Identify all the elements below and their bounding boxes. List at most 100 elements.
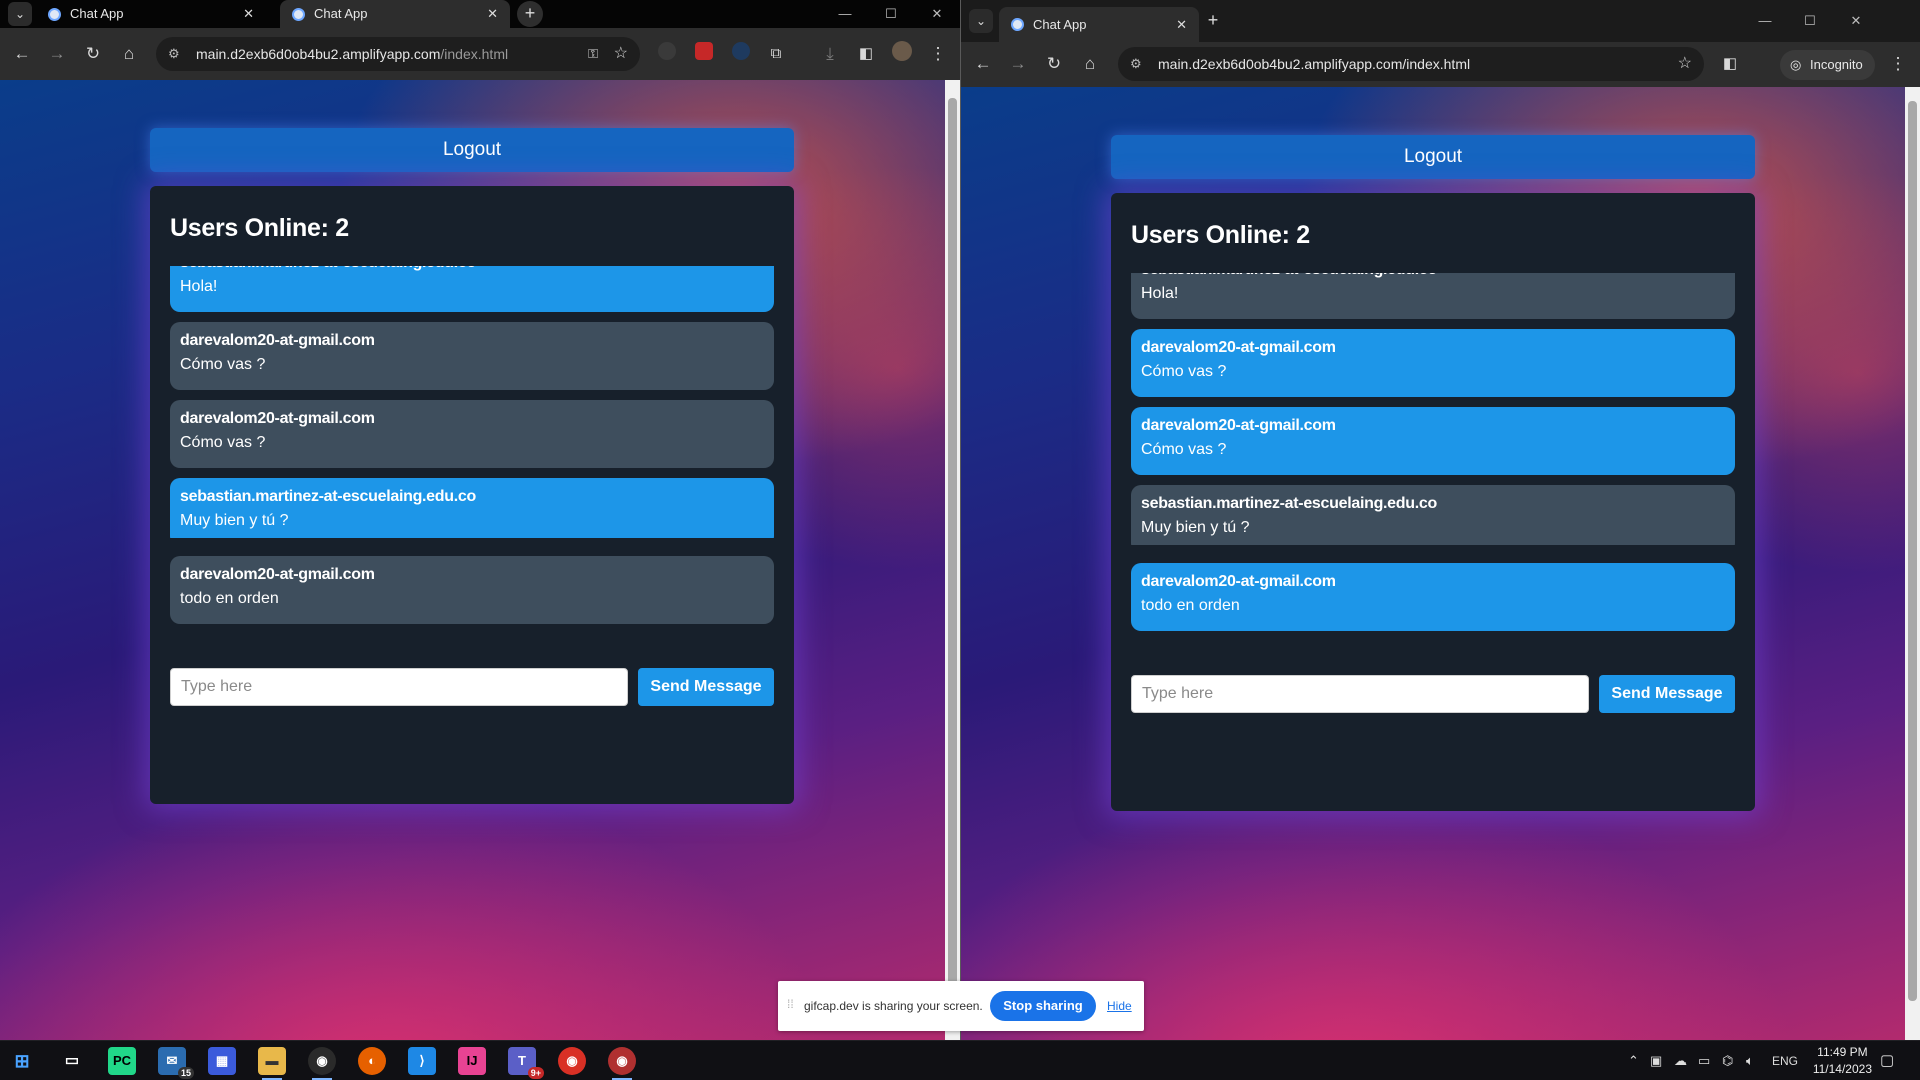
home-icon[interactable]: ⌂ — [115, 40, 143, 68]
logout-button[interactable]: Logout — [150, 128, 794, 172]
back-icon[interactable]: ← — [8, 40, 36, 68]
stop-sharing-button[interactable]: Stop sharing — [990, 991, 1096, 1021]
side-panel-icon[interactable]: ◧ — [1716, 50, 1744, 78]
new-tab-button[interactable]: + — [1200, 8, 1226, 34]
send-message-button[interactable]: Send Message — [638, 668, 774, 706]
drag-handle-icon[interactable]: ⁞⁞ — [787, 997, 794, 1011]
store-icon[interactable]: ▦ — [208, 1047, 236, 1075]
hide-link[interactable]: Hide — [1107, 999, 1132, 1013]
file-explorer-icon[interactable]: ▬ — [258, 1047, 286, 1080]
intellij-icon[interactable]: IJ — [458, 1047, 486, 1075]
share-status-text: gifcap.dev is sharing your screen. — [804, 999, 983, 1013]
chrome-incognito-icon[interactable]: ◉ — [608, 1047, 636, 1080]
mail-icon[interactable]: ✉ 15 — [158, 1047, 194, 1079]
tab-search-icon[interactable]: ⌄ — [8, 2, 32, 26]
site-info-icon[interactable]: ⚙ — [1130, 47, 1142, 81]
teams-icon[interactable]: T 9+ — [508, 1047, 544, 1079]
tab-title: Chat App — [70, 6, 124, 21]
tab-chat-app-2[interactable]: Chat App ✕ — [280, 0, 510, 28]
notifications-icon[interactable]: ▢ — [1880, 1041, 1894, 1080]
maximize-icon[interactable]: ☐ — [1787, 0, 1833, 42]
chat-card: Users Online: 2 sebastian.martinez-at-es… — [150, 186, 794, 804]
incognito-icon: ◎ — [1790, 57, 1802, 72]
message-input[interactable] — [1131, 675, 1589, 713]
tab-chat-app-1[interactable]: Chat App ✕ — [36, 0, 266, 28]
tray-chevron-icon[interactable]: ⌃ — [1628, 1041, 1639, 1080]
close-window-icon[interactable]: ✕ — [1833, 0, 1879, 42]
extensions-puzzle-icon[interactable]: ⧉ — [762, 40, 790, 68]
tab-chat-app[interactable]: Chat App ✕ — [999, 7, 1199, 42]
minimize-icon[interactable]: — — [822, 0, 868, 28]
extension-icon[interactable] — [695, 42, 713, 60]
message-text: Muy bien y tú ? — [180, 512, 289, 529]
tray-app-icon[interactable]: ▣ — [1650, 1041, 1662, 1080]
task-view-icon[interactable]: ▭ — [58, 1047, 86, 1075]
menu-icon[interactable]: ⋮ — [924, 40, 952, 68]
reload-icon[interactable]: ↻ — [1040, 50, 1068, 78]
address-bar[interactable]: ⚙ main.d2exb6d0ob4bu2.amplifyapp.com/ind… — [156, 37, 640, 71]
message-item: darevalom20-at-gmail.com Cómo vas ? — [1131, 329, 1735, 397]
tab-strip: ⌄ Chat App ✕ + — ☐ ✕ — [961, 0, 1920, 42]
message-item: sebastian.martinez-at-escuelaing.edu.co … — [1131, 273, 1735, 319]
message-sender: darevalom20-at-gmail.com — [180, 566, 375, 583]
scrollbar-thumb[interactable] — [1908, 101, 1917, 1001]
message-sender: sebastian.martinez-at-escuelaing.edu.co — [180, 488, 476, 505]
message-sender: sebastian.martinez-at-escuelaing.edu.co — [1141, 273, 1725, 283]
message-text: Hola! — [180, 278, 218, 295]
forward-icon[interactable]: → — [43, 40, 71, 68]
page-content: Logout Users Online: 2 sebastian.martine… — [961, 87, 1905, 1040]
chrome-icon[interactable]: ◉ — [308, 1047, 336, 1080]
reload-icon[interactable]: ↻ — [79, 40, 107, 68]
forward-icon[interactable]: → — [1004, 50, 1032, 78]
home-icon[interactable]: ⌂ — [1076, 50, 1104, 78]
system-clock[interactable]: 11:49 PM 11/14/2023 — [1813, 1044, 1872, 1078]
scrollbar-thumb[interactable] — [948, 98, 957, 998]
message-text: todo en orden — [180, 590, 279, 607]
scrollbar[interactable] — [1905, 87, 1920, 1040]
close-tab-icon[interactable]: ✕ — [487, 0, 498, 28]
message-list[interactable]: sebastian.martinez-at-escuelaing.edu.co … — [170, 266, 774, 538]
maximize-icon[interactable]: ☐ — [868, 0, 914, 28]
new-tab-button[interactable]: + — [517, 1, 543, 27]
message-item: darevalom20-at-gmail.com Cómo vas ? — [170, 322, 774, 390]
message-text: Hola! — [1141, 285, 1179, 302]
back-icon[interactable]: ← — [969, 50, 997, 78]
windows-start-icon[interactable]: ⊞ — [8, 1047, 36, 1075]
logout-button[interactable]: Logout — [1111, 135, 1755, 179]
tab-search-icon[interactable]: ⌄ — [969, 9, 993, 33]
minimize-icon[interactable]: — — [1742, 0, 1788, 42]
onedrive-icon[interactable]: ☁ — [1674, 1041, 1687, 1080]
vscode-icon[interactable]: ⟩ — [408, 1047, 436, 1075]
avatar[interactable] — [892, 41, 912, 61]
scrollbar[interactable] — [945, 80, 960, 1040]
message-item: sebastian.martinez-at-escuelaing.edu.co … — [170, 266, 774, 312]
bookmark-star-icon[interactable]: ☆ — [1678, 47, 1692, 81]
url-host: main.d2exb6d0ob4bu2.amplifyapp.com — [196, 46, 441, 62]
close-window-icon[interactable]: ✕ — [914, 0, 960, 28]
extension-icon[interactable] — [732, 42, 750, 60]
volume-icon[interactable]: 🔈︎ — [1746, 1041, 1754, 1080]
firefox-icon[interactable]: ◐ — [358, 1047, 386, 1075]
browser-toolbar: ← → ↻ ⌂ ⚙ main.d2exb6d0ob4bu2.amplifyapp… — [961, 42, 1920, 87]
message-list[interactable]: sebastian.martinez-at-escuelaing.edu.co … — [1131, 273, 1735, 545]
display-icon[interactable]: ▭ — [1698, 1041, 1710, 1080]
password-key-icon[interactable]: ⚿ — [588, 37, 598, 71]
chrome-profile-icon[interactable]: ◉ — [558, 1047, 586, 1075]
extension-icon[interactable] — [658, 42, 676, 60]
pycharm-icon[interactable]: PC — [108, 1047, 136, 1075]
side-panel-icon[interactable]: ◧ — [852, 40, 880, 68]
menu-icon[interactable]: ⋮ — [1884, 50, 1912, 78]
address-bar[interactable]: ⚙ main.d2exb6d0ob4bu2.amplifyapp.com/ind… — [1118, 47, 1704, 81]
close-tab-icon[interactable]: ✕ — [243, 0, 254, 28]
close-tab-icon[interactable]: ✕ — [1176, 7, 1187, 42]
bookmark-star-icon[interactable]: ☆ — [614, 37, 628, 71]
incognito-badge[interactable]: ◎ Incognito — [1780, 50, 1875, 80]
mail-badge: 15 — [177, 1067, 194, 1079]
clock-time: 11:49 PM — [1817, 1045, 1868, 1059]
language-indicator[interactable]: ENG — [1772, 1041, 1798, 1080]
network-icon[interactable]: ⌬ — [1722, 1041, 1733, 1080]
download-icon[interactable]: ⤓ — [816, 40, 844, 68]
site-info-icon[interactable]: ⚙ — [168, 37, 180, 71]
message-input[interactable] — [170, 668, 628, 706]
send-message-button[interactable]: Send Message — [1599, 675, 1735, 713]
